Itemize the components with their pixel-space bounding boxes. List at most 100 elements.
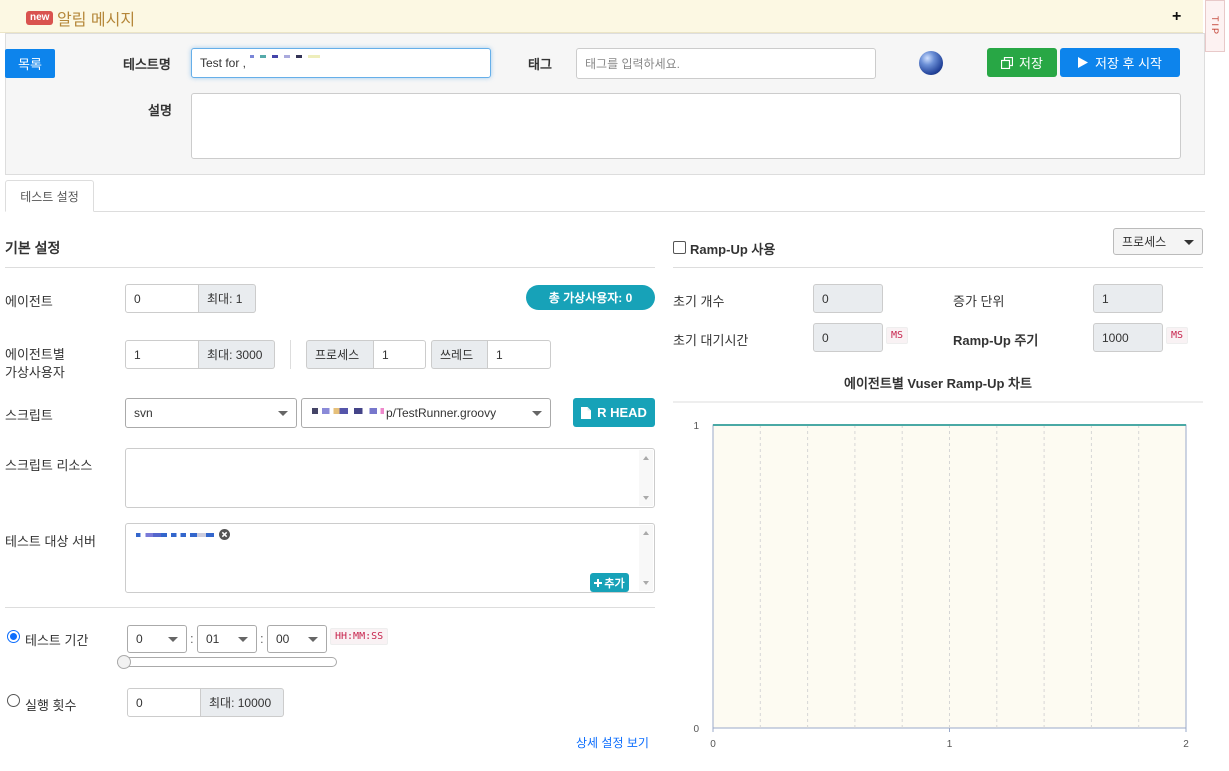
thread-label: 쓰레드 [431,340,487,369]
target-server-label: 테스트 대상 서버 [5,534,96,549]
tag-input[interactable]: 태그를 입력하세요. [576,48,876,79]
file-icon [581,406,592,419]
expand-plus-icon[interactable]: + [1172,8,1181,26]
rampup-period-input[interactable]: 1000 [1093,323,1163,352]
x-tick-label: 1 [947,739,953,750]
run-count-radio[interactable] [7,694,20,707]
script-file-value: p/TestRunner.groovy [386,406,497,420]
chevron-down-icon [308,637,318,642]
initial-wait-label: 초기 대기시간 [673,333,749,348]
initial-wait-input[interactable]: 0 [813,323,883,352]
chevron-down-icon [1184,239,1194,245]
save-button[interactable]: 저장 [987,48,1057,77]
agent-count-input[interactable]: 0 [125,284,199,313]
r-head-label: R HEAD [597,405,647,420]
chevron-down-icon [238,637,248,642]
process-input-group: 프로세스 1 [306,340,426,369]
duration-seconds-select[interactable]: 00 [267,625,327,653]
duration-slider-track[interactable] [117,657,337,667]
run-count-input-group: 0 최대: 10000 [127,688,284,717]
process-label: 프로세스 [306,340,373,369]
divider [5,607,655,608]
description-label: 설명 [148,103,172,118]
duration-label: 테스트 기간 [25,633,89,648]
detail-settings-link[interactable]: 상세 설정 보기 [576,734,649,751]
total-vusers-badge: 총 가상사용자: 0 [526,285,655,310]
tip-tab[interactable]: TIP [1205,0,1225,52]
initial-count-input[interactable]: 0 [813,284,883,313]
rampup-period-label: Ramp-Up 주기 [953,333,1039,348]
remove-server-icon[interactable] [219,529,230,540]
redacted-pixels [260,55,320,58]
description-textarea[interactable] [191,93,1181,159]
rampup-checkbox[interactable] [673,241,686,254]
increment-label: 증가 단위 [953,294,1005,309]
redacted-pixels [250,55,254,58]
initial-wait-unit: MS [886,327,909,344]
r-head-button[interactable]: R HEAD [573,398,655,427]
duration-hours-value: 0 [136,632,143,646]
time-separator: : [260,631,264,646]
divider [673,267,1203,268]
target-server-box[interactable] [125,523,655,593]
rampup-chart: 0 1 2 0 1 [673,401,1203,750]
duration-hours-select[interactable]: 0 [127,625,187,653]
time-separator: : [190,631,194,646]
agent-input-group: 0 최대: 1 [125,284,256,313]
save-button-label: 저장 [1019,56,1043,71]
play-icon [1077,57,1088,68]
vuser-input-group: 1 최대: 3000 [125,340,275,369]
basic-settings-title: 기본 설정 [5,240,61,256]
vuser-label-line1: 에이전트별 [5,347,65,362]
script-file-select[interactable]: p/TestRunner.groovy [301,398,551,428]
tag-label: 태그 [528,57,552,72]
chevron-down-icon [278,411,288,416]
scrollbar[interactable] [639,450,653,506]
script-label: 스크립트 [5,408,53,423]
run-count-input[interactable]: 0 [127,688,201,717]
script-resource-box[interactable] [125,448,655,508]
redacted-pixels [312,408,384,414]
duration-slider-handle[interactable] [117,655,131,669]
tab-test-settings[interactable]: 테스트 설정 [5,180,94,212]
process-count-input[interactable]: 1 [373,340,426,369]
y-tick-label: 0 [693,724,699,735]
duration-format-hint: HH:MM:SS [330,628,389,645]
add-server-button[interactable]: 추가 [590,573,629,592]
script-repo-select[interactable]: svn [125,398,297,428]
thread-input-group: 쓰레드 1 [431,340,551,369]
globe-icon[interactable] [919,51,943,75]
rampup-label: Ramp-Up 사용 [690,242,776,257]
test-name-input[interactable]: Test for , [191,48,491,78]
chevron-down-icon [532,411,542,416]
tab-divider [5,211,1205,212]
chart-title: 에이전트별 Vuser Ramp-Up 차트 [844,376,1032,391]
vertical-divider [290,340,291,369]
script-repo-value: svn [134,406,153,420]
increment-input[interactable]: 1 [1093,284,1163,313]
copy-icon [1001,56,1014,69]
run-count-label: 실행 횟수 [25,698,77,713]
tag-placeholder: 태그를 입력하세요. [585,57,680,71]
scrollbar[interactable] [639,525,653,591]
duration-radio[interactable] [7,630,20,643]
redacted-pixels [136,533,214,537]
rampup-period-unit: MS [1166,327,1189,344]
new-badge: new [26,11,54,25]
x-tick-label: 2 [1183,739,1189,750]
duration-minutes-value: 01 [206,632,220,646]
test-name-label: 테스트명 [123,57,171,72]
thread-count-input[interactable]: 1 [487,340,551,369]
test-name-value: Test for , [200,56,247,70]
save-and-start-button[interactable]: 저장 후 시작 [1060,48,1180,77]
rampup-mode-select[interactable]: 프로세스 [1113,228,1203,255]
notice-bar[interactable] [0,0,1203,33]
notice-title[interactable]: 알림 메시지 [57,6,135,30]
add-server-label: 추가 [604,577,625,590]
duration-minutes-select[interactable]: 01 [197,625,257,653]
vuser-label-line2: 가상사용자 [5,365,65,380]
script-resource-label: 스크립트 리소스 [5,458,93,473]
chevron-down-icon [168,637,178,642]
vuser-count-input[interactable]: 1 [125,340,199,369]
list-button[interactable]: 목록 [5,49,55,78]
